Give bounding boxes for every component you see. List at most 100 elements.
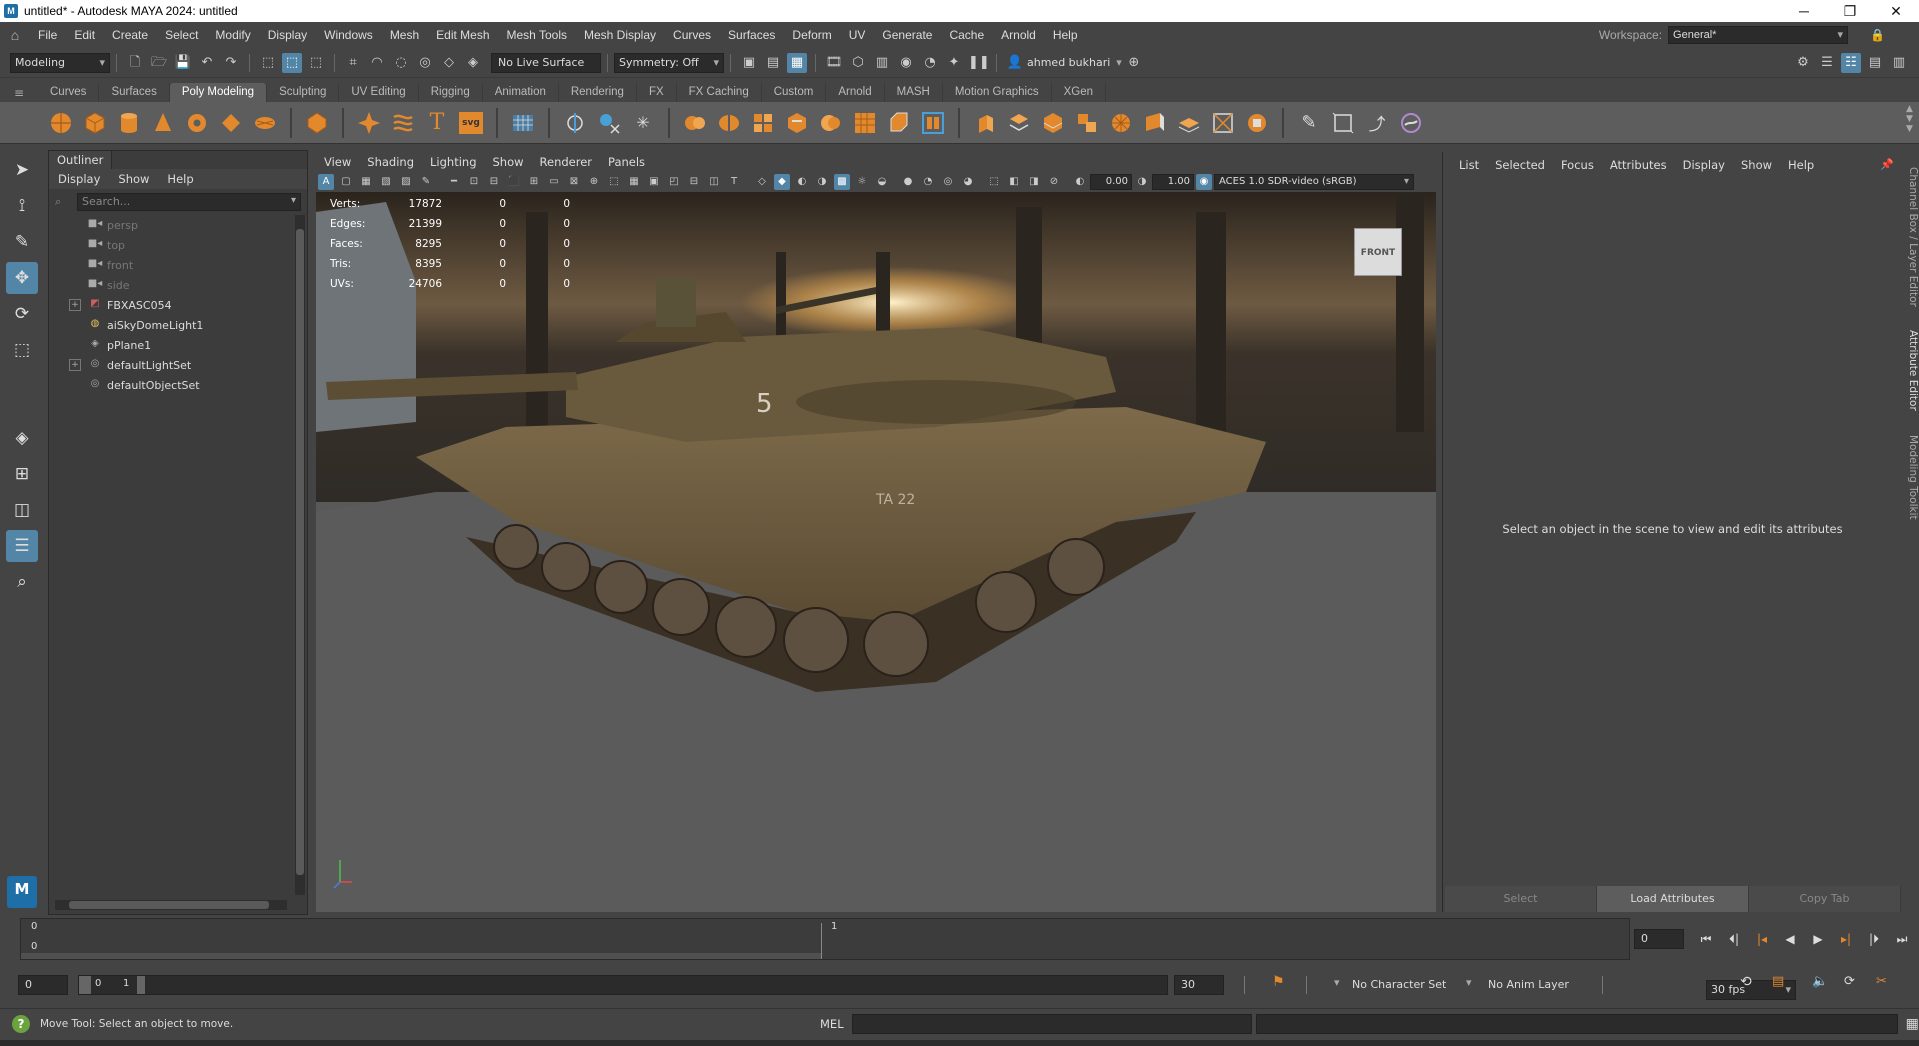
circularize-icon[interactable] <box>1243 108 1271 138</box>
animation-preferences-icon[interactable]: ▤ <box>1772 974 1784 989</box>
bridge-icon[interactable] <box>919 108 947 138</box>
film-gate-icon[interactable]: ⊡ <box>466 174 482 190</box>
type-tool-icon[interactable]: T <box>423 108 451 138</box>
move-tool-icon[interactable]: ✥ <box>6 262 38 294</box>
persp-outliner-layout-icon[interactable]: ◫ <box>6 494 38 526</box>
range-end-handle[interactable] <box>137 976 145 994</box>
menu-edit[interactable]: Edit <box>66 28 104 42</box>
menu-create[interactable]: Create <box>104 28 157 42</box>
snap-grid-icon[interactable]: ⌗ <box>343 53 363 73</box>
sound-icon[interactable]: 🔈 <box>1812 974 1828 989</box>
viewport-menu-lighting[interactable]: Lighting <box>422 155 484 169</box>
ae-copy-tab-button[interactable]: Copy Tab <box>1749 886 1901 912</box>
isolate-icon[interactable]: ⬚ <box>606 174 622 190</box>
search-filter-icon[interactable]: ⌕ <box>55 195 61 209</box>
expand-icon[interactable]: + <box>69 299 81 311</box>
menu-select[interactable]: Select <box>157 28 207 42</box>
field-chart-icon[interactable]: ⊞ <box>526 174 542 190</box>
single-perspective-view-icon[interactable]: ◈ <box>6 422 38 454</box>
poly-cone-icon[interactable] <box>149 108 177 138</box>
film-gate-2-icon[interactable]: ▣ <box>646 174 662 190</box>
menu-display[interactable]: Display <box>260 28 316 42</box>
expand-icon[interactable]: + <box>69 359 81 371</box>
separate-icon[interactable] <box>715 108 743 138</box>
outliner-item-front[interactable]: ■◂ front <box>49 255 295 275</box>
side-tab-modeling-toolkit[interactable]: Modeling Toolkit <box>1902 427 1919 527</box>
search-options-chevron-icon[interactable]: ▾ <box>291 195 296 206</box>
tool-settings-toggle-icon[interactable]: ▤ <box>1865 53 1885 73</box>
ae-load-attributes-button[interactable]: Load Attributes <box>1597 886 1749 912</box>
select-camera-icon[interactable]: A <box>318 174 334 190</box>
quad-draw-icon[interactable] <box>1329 108 1357 138</box>
pause-icon[interactable]: ❚❚ <box>968 53 990 73</box>
perspective-viewport[interactable]: 5 TA 22 <box>316 192 1436 912</box>
edit-edge-flow-icon[interactable]: ⤴ <box>1363 108 1391 138</box>
snap-point-icon[interactable]: ◌ <box>391 53 411 73</box>
ae-menu-display[interactable]: Display <box>1675 158 1733 172</box>
default-material-icon[interactable]: ◐ <box>794 174 810 190</box>
exposure-icon[interactable]: ◐ <box>1072 174 1088 190</box>
menu-edit-mesh[interactable]: Edit Mesh <box>428 28 498 42</box>
play-forwards-icon[interactable]: ▶ <box>1804 932 1832 946</box>
minimize-button[interactable]: ─ <box>1781 0 1827 22</box>
resolution-gate-2-icon[interactable]: ◰ <box>666 174 682 190</box>
two-d-pan-zoom-icon[interactable]: ▨ <box>398 174 414 190</box>
select-tool-icon[interactable]: ➤ <box>6 154 38 186</box>
shelf-menu-icon[interactable]: ≡ <box>14 86 24 100</box>
ae-select-button[interactable]: Select <box>1445 886 1597 912</box>
step-forward-key-icon[interactable]: ▸| <box>1832 932 1860 946</box>
xray-joints-icon[interactable]: ◨ <box>1026 174 1042 190</box>
wireframe-on-shaded-icon[interactable]: ◑ <box>814 174 830 190</box>
ae-menu-help[interactable]: Help <box>1780 158 1822 172</box>
hypershade-icon[interactable]: ⬡ <box>848 53 868 73</box>
merge-icon[interactable] <box>1175 108 1203 138</box>
grid-icon[interactable]: ▦ <box>626 174 642 190</box>
time-editor-icon[interactable]: ✂ <box>1876 974 1887 989</box>
outliner-horizontal-scrollbar[interactable] <box>55 900 287 910</box>
home-icon[interactable]: ⌂ <box>0 27 30 43</box>
chevron-down-icon[interactable]: ▾ <box>1116 56 1122 69</box>
shelf-tab-uv-editing[interactable]: UV Editing <box>339 83 419 102</box>
ipr-render-icon[interactable]: ▦ <box>787 52 807 73</box>
scale-tool-icon[interactable]: ⬚ <box>6 334 38 366</box>
select-by-hierarchy-icon[interactable]: ⬚ <box>258 53 278 73</box>
outliner-item-top[interactable]: ■◂ top <box>49 235 295 255</box>
outliner-vertical-scrollbar[interactable] <box>295 215 305 895</box>
menu-uv[interactable]: UV <box>841 28 875 42</box>
shelf-tab-poly-modeling[interactable]: Poly Modeling <box>169 83 268 102</box>
shelf-tab-fx-caching[interactable]: FX Caching <box>677 83 762 102</box>
playback-speed-icon[interactable]: ⟳ <box>1844 974 1855 989</box>
shelf-tab-mash[interactable]: MASH <box>885 83 943 102</box>
view-cube[interactable]: FRONT <box>1354 228 1402 276</box>
sweep-mesh-icon[interactable] <box>389 108 417 138</box>
ae-menu-focus[interactable]: Focus <box>1553 158 1602 172</box>
timeline-cursor[interactable] <box>821 923 822 959</box>
menu-cache[interactable]: Cache <box>941 28 993 42</box>
outliner-item-side[interactable]: ■◂ side <box>49 275 295 295</box>
ae-menu-show[interactable]: Show <box>1733 158 1780 172</box>
collapse-icon[interactable] <box>1209 108 1237 138</box>
character-set-dropdown[interactable]: No Character Set <box>1352 978 1446 991</box>
outliner-layout-icon[interactable]: ☰ <box>6 530 38 562</box>
modeling-toolkit-toggle-icon[interactable]: ⚙ <box>1793 53 1813 73</box>
grease-pencil-icon[interactable]: ✎ <box>418 174 434 190</box>
transform-icon[interactable]: ⊕ <box>586 174 602 190</box>
range-start-handle[interactable] <box>79 976 91 994</box>
pin-icon[interactable]: 📌 <box>1880 158 1894 171</box>
new-scene-icon[interactable]: 🗋 <box>125 53 145 73</box>
use-all-lights-icon[interactable]: ☼ <box>854 174 870 190</box>
fill-hole-icon[interactable] <box>1141 108 1169 138</box>
shelf-tab-surfaces[interactable]: Surfaces <box>99 83 170 102</box>
animation-start-field[interactable]: 0 <box>18 975 68 995</box>
menu-modify[interactable]: Modify <box>207 28 259 42</box>
four-view-icon[interactable]: ⊞ <box>6 458 38 490</box>
wireframe-icon[interactable]: ◇ <box>754 174 770 190</box>
gate-mask-2-icon[interactable]: ⊟ <box>686 174 702 190</box>
undo-icon[interactable]: ↶ <box>197 53 217 73</box>
panel-layout-toggle-icon[interactable]: ▥ <box>1889 53 1909 73</box>
outliner-item-defaultlightset[interactable]: + ◎ defaultLightSet <box>49 355 295 375</box>
shelf-tab-sculpting[interactable]: Sculpting <box>267 83 340 102</box>
select-by-component-icon[interactable]: ⬚ <box>306 53 326 73</box>
smooth-icon[interactable] <box>749 108 777 138</box>
poly-sphere-icon[interactable] <box>47 108 75 138</box>
